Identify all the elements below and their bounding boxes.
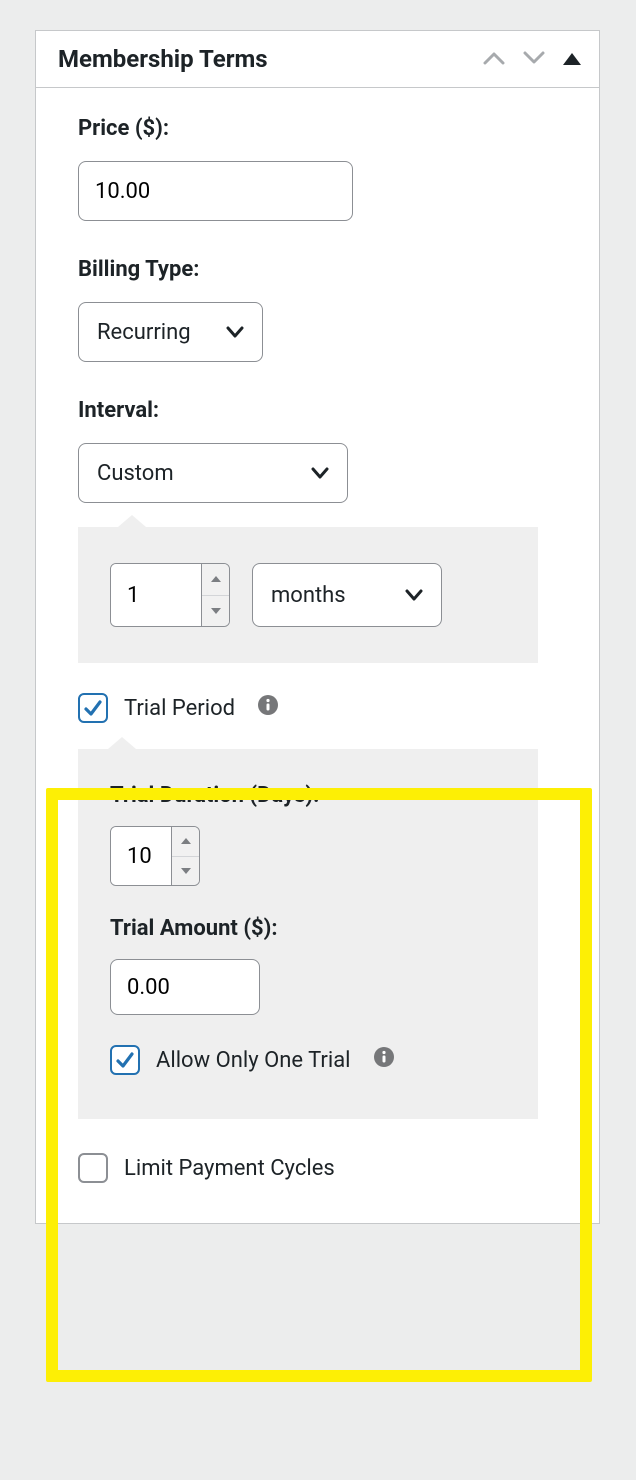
trial-amount-label: Trial Amount ($):	[110, 916, 510, 941]
billing-type-value: Recurring	[97, 320, 191, 345]
price-label: Price ($):	[78, 116, 589, 141]
info-icon[interactable]	[373, 1046, 395, 1074]
panel-header: Membership Terms	[36, 31, 599, 88]
interval-unit-value: months	[271, 583, 346, 608]
trial-duration-stepper[interactable]	[110, 826, 200, 886]
trial-duration-input[interactable]	[111, 827, 171, 885]
stepper-up-button[interactable]	[202, 564, 229, 596]
trial-settings-box: Trial Duration (Days): Trial Amount ($):	[78, 749, 538, 1119]
stepper-down-button[interactable]	[202, 596, 229, 627]
triangle-up-icon	[211, 576, 221, 582]
interval-select[interactable]: Custom	[78, 443, 348, 503]
limit-payment-cycles-label: Limit Payment Cycles	[124, 1156, 335, 1181]
membership-terms-panel: Membership Terms Price ($): Billing Type…	[35, 30, 600, 1224]
trial-period-label: Trial Period	[124, 696, 235, 721]
interval-label: Interval:	[78, 398, 589, 423]
trial-duration-label: Trial Duration (Days):	[110, 783, 510, 808]
trial-period-row: Trial Period	[78, 693, 589, 723]
interval-count-input[interactable]	[111, 564, 201, 626]
interval-unit-select[interactable]: months	[252, 563, 442, 627]
interval-count-stepper[interactable]	[110, 563, 230, 627]
triangle-up-icon	[181, 838, 191, 844]
interval-value: Custom	[97, 461, 174, 486]
allow-one-trial-checkbox[interactable]	[110, 1045, 140, 1075]
chevron-down-icon	[226, 323, 244, 341]
panel-title: Membership Terms	[58, 45, 483, 73]
move-down-icon[interactable]	[523, 50, 545, 69]
billing-type-label: Billing Type:	[78, 257, 589, 282]
price-input[interactable]	[78, 161, 353, 221]
panel-header-controls	[483, 50, 581, 69]
interval-block: Interval: Custom months	[78, 398, 589, 663]
price-block: Price ($):	[78, 116, 589, 221]
billing-type-select[interactable]: Recurring	[78, 302, 263, 362]
triangle-down-icon	[181, 868, 191, 874]
interval-custom-box: months	[78, 527, 538, 663]
panel-body: Price ($): Billing Type: Recurring Inter…	[36, 88, 599, 1223]
collapse-icon[interactable]	[563, 53, 581, 65]
check-icon	[83, 698, 103, 718]
check-icon	[115, 1050, 135, 1070]
allow-one-trial-label: Allow Only One Trial	[156, 1048, 351, 1073]
chevron-down-icon	[311, 464, 329, 482]
allow-one-trial-row: Allow Only One Trial	[110, 1045, 510, 1075]
trial-period-checkbox[interactable]	[78, 693, 108, 723]
move-up-icon[interactable]	[483, 50, 505, 69]
info-icon[interactable]	[257, 694, 279, 722]
limit-payment-cycles-row: Limit Payment Cycles	[78, 1153, 589, 1183]
limit-payment-cycles-checkbox[interactable]	[78, 1153, 108, 1183]
stepper-up-button[interactable]	[172, 827, 199, 857]
trial-amount-input[interactable]	[110, 959, 260, 1015]
stepper-down-button[interactable]	[172, 857, 199, 886]
billing-type-block: Billing Type: Recurring	[78, 257, 589, 362]
triangle-down-icon	[211, 608, 221, 614]
chevron-down-icon	[405, 586, 423, 604]
